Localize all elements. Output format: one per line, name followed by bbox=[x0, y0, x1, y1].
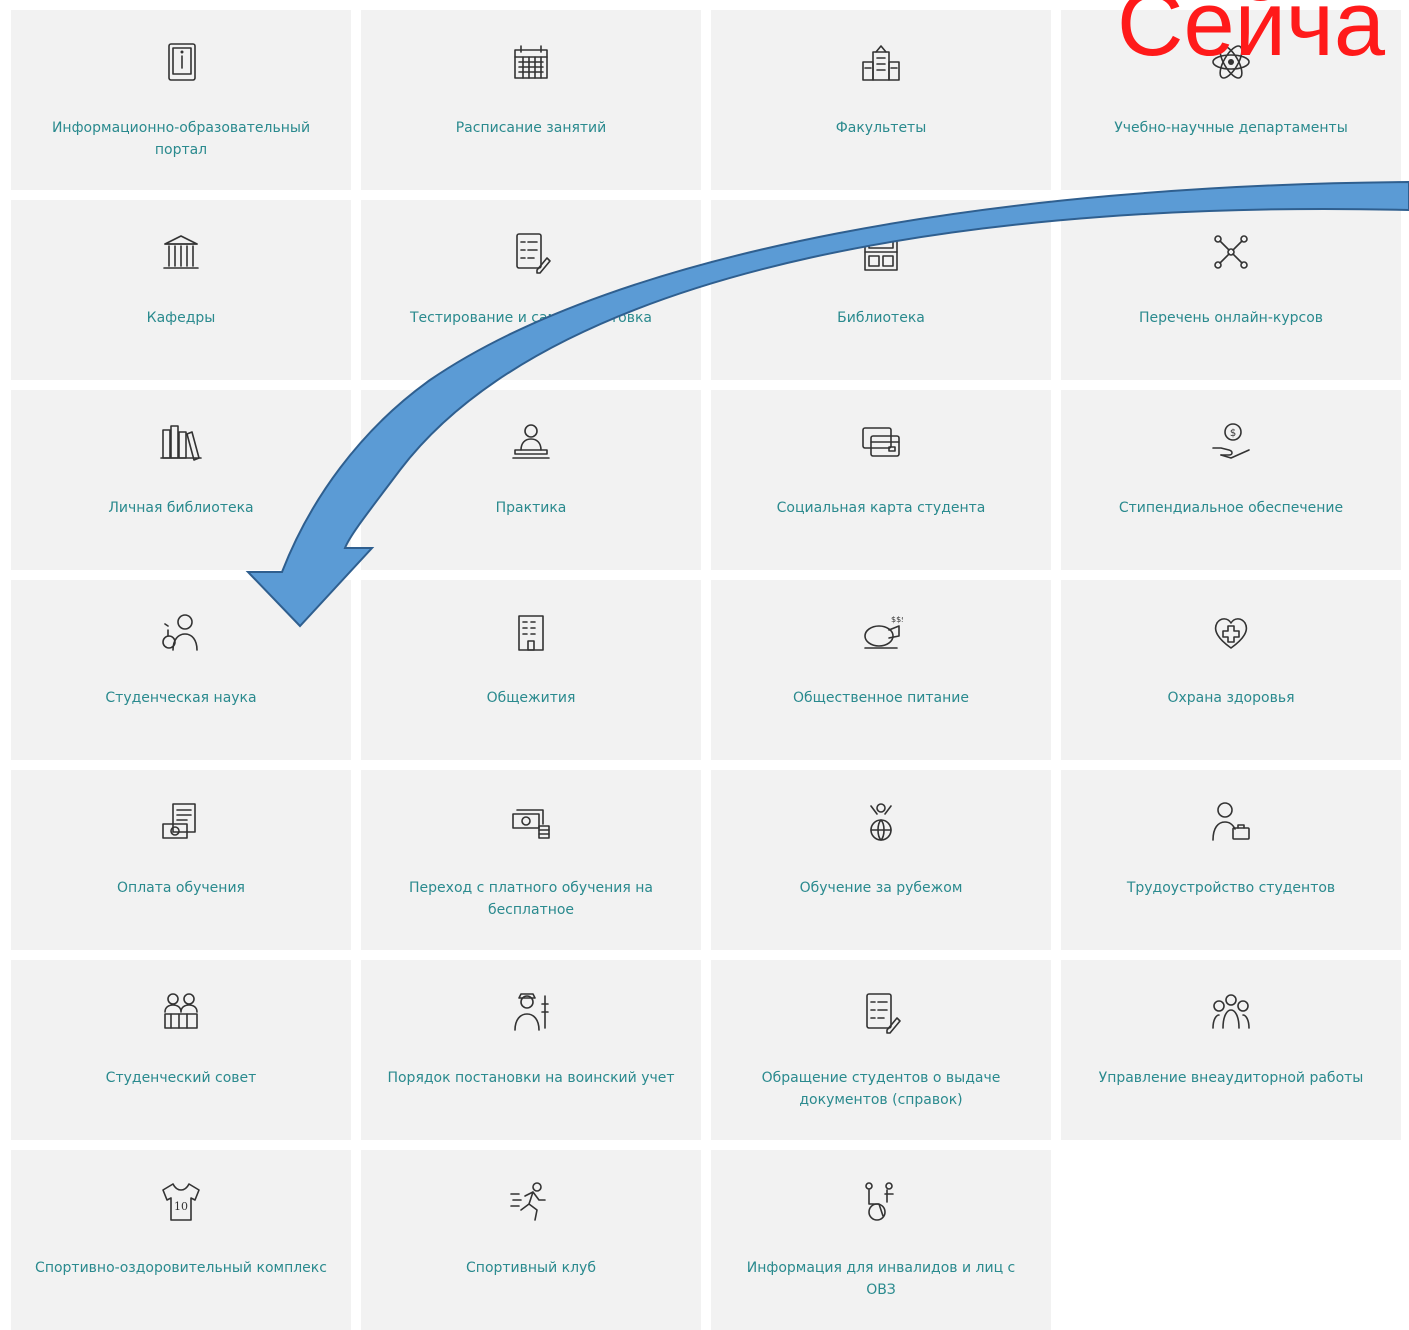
service-tile[interactable]: Оплата обучения bbox=[11, 770, 351, 950]
coin-hand-icon: $ bbox=[1209, 420, 1253, 464]
svg-text:10: 10 bbox=[174, 1200, 188, 1213]
calendar-icon bbox=[509, 40, 553, 84]
service-tile[interactable]: Учебно-научные департаменты bbox=[1061, 10, 1401, 190]
payment-doc-icon bbox=[159, 800, 203, 844]
service-tile[interactable]: Охрана здоровья bbox=[1061, 580, 1401, 760]
health-heart-icon bbox=[1209, 610, 1253, 654]
service-tile-label: Социальная карта студента bbox=[776, 500, 986, 516]
service-tile-label: Библиотека bbox=[837, 310, 925, 326]
service-tile[interactable]: Переход с платного обучения на бесплатно… bbox=[361, 770, 701, 950]
checklist-icon bbox=[859, 990, 903, 1034]
service-tile-label: Обращение студентов о выдаче документов … bbox=[761, 1070, 1001, 1108]
service-tile[interactable]: $$$ Общественное питание bbox=[711, 580, 1051, 760]
service-tile[interactable]: Спортивный клуб bbox=[361, 1150, 701, 1330]
books-icon bbox=[159, 420, 203, 464]
jersey-icon: 10 bbox=[159, 1180, 203, 1224]
service-tile[interactable]: Обращение студентов о выдаче документов … bbox=[711, 960, 1051, 1140]
soldier-icon bbox=[509, 990, 553, 1034]
service-tile[interactable]: Факультеты bbox=[711, 10, 1051, 190]
service-tile[interactable]: 10 Спортивно-оздоровительный комплекс bbox=[11, 1150, 351, 1330]
service-tile[interactable]: Практика bbox=[361, 390, 701, 570]
money-stack-icon bbox=[509, 800, 553, 844]
service-tile[interactable]: Трудоустройство студентов bbox=[1061, 770, 1401, 950]
service-tile[interactable]: Кафедры bbox=[11, 200, 351, 380]
service-tile-label: Трудоустройство студентов bbox=[1126, 880, 1336, 896]
atom-icon bbox=[1209, 40, 1253, 84]
service-tile-label: Факультеты bbox=[835, 120, 927, 136]
wheelchair-icon bbox=[859, 1180, 903, 1224]
service-tile-label: Оплата обучения bbox=[117, 880, 245, 896]
service-tile[interactable]: Расписание занятий bbox=[361, 10, 701, 190]
service-tile-label: Тестирование и самоподготовка bbox=[410, 310, 652, 326]
checklist-icon bbox=[509, 230, 553, 274]
info-book-icon bbox=[159, 40, 203, 84]
network-icon bbox=[1209, 230, 1253, 274]
service-tile[interactable]: Тестирование и самоподготовка bbox=[361, 200, 701, 380]
service-tile-label: Кафедры bbox=[146, 310, 216, 326]
svg-text:$: $ bbox=[1230, 428, 1236, 439]
service-tile-label: Стипендиальное обеспечение bbox=[1118, 500, 1344, 516]
service-tile[interactable]: Личная библиотека bbox=[11, 390, 351, 570]
columns-building-icon bbox=[159, 230, 203, 274]
service-tile-label: Управление внеаудиторной работы bbox=[1098, 1070, 1364, 1086]
service-tile-label: Расписание занятий bbox=[455, 120, 607, 136]
service-tile-label: Охрана здоровья bbox=[1167, 690, 1295, 706]
service-tile[interactable]: Управление внеаудиторной работы bbox=[1061, 960, 1401, 1140]
runner-icon bbox=[509, 1180, 553, 1224]
service-tile[interactable]: Обучение за рубежом bbox=[711, 770, 1051, 950]
building-icon bbox=[859, 40, 903, 84]
service-tile[interactable]: Информация для инвалидов и лиц с ОВЗ bbox=[711, 1150, 1051, 1330]
service-tile-label: Обучение за рубежом bbox=[799, 880, 963, 896]
service-tile-label: Информация для инвалидов и лиц с ОВЗ bbox=[746, 1260, 1016, 1298]
employee-icon bbox=[1209, 800, 1253, 844]
service-tile-label: Информационно-образовательный портал bbox=[51, 120, 311, 158]
service-tile[interactable]: Общежития bbox=[361, 580, 701, 760]
service-tile-label: Спортивный клуб bbox=[466, 1260, 596, 1276]
service-tile[interactable]: Социальная карта студента bbox=[711, 390, 1051, 570]
food-icon: $$$ bbox=[859, 610, 903, 654]
library-icon bbox=[859, 230, 903, 274]
service-tile-label: Общественное питание bbox=[793, 690, 969, 706]
cards-icon bbox=[859, 420, 903, 464]
svg-text:$$$: $$$ bbox=[891, 615, 903, 624]
service-tile-label: Студенческий совет bbox=[105, 1070, 257, 1086]
service-tile-label: Перечень онлайн-курсов bbox=[1138, 310, 1324, 326]
service-tile-label: Практика bbox=[495, 500, 567, 516]
service-tile[interactable]: $ Стипендиальное обеспечение bbox=[1061, 390, 1401, 570]
service-tile-label: Порядок постановки на воинский учет bbox=[387, 1070, 675, 1086]
service-tile-label: Личная библиотека bbox=[108, 500, 254, 516]
dormitory-icon bbox=[509, 610, 553, 654]
service-tile-label: Общежития bbox=[486, 690, 576, 706]
council-icon bbox=[159, 990, 203, 1034]
group-icon bbox=[1209, 990, 1253, 1034]
service-tile[interactable]: Перечень онлайн-курсов bbox=[1061, 200, 1401, 380]
service-tile-label: Учебно-научные департаменты bbox=[1114, 120, 1348, 136]
service-tile-label: Переход с платного обучения на бесплатно… bbox=[409, 880, 653, 918]
service-tile[interactable]: Порядок постановки на воинский учет bbox=[361, 960, 701, 1140]
worker-desk-icon bbox=[509, 420, 553, 464]
service-tile-label: Спортивно-оздоровительный комплекс bbox=[35, 1260, 327, 1276]
service-tile[interactable]: Информационно-образовательный портал bbox=[11, 10, 351, 190]
service-tile[interactable]: Студенческий совет bbox=[11, 960, 351, 1140]
services-grid: Информационно-образовательный портал Расп… bbox=[11, 10, 1401, 1330]
scientist-icon bbox=[159, 610, 203, 654]
globe-person-icon bbox=[859, 800, 903, 844]
service-tile[interactable]: Библиотека bbox=[711, 200, 1051, 380]
service-tile-label: Студенческая наука bbox=[105, 690, 257, 706]
service-tile[interactable]: Студенческая наука bbox=[11, 580, 351, 760]
